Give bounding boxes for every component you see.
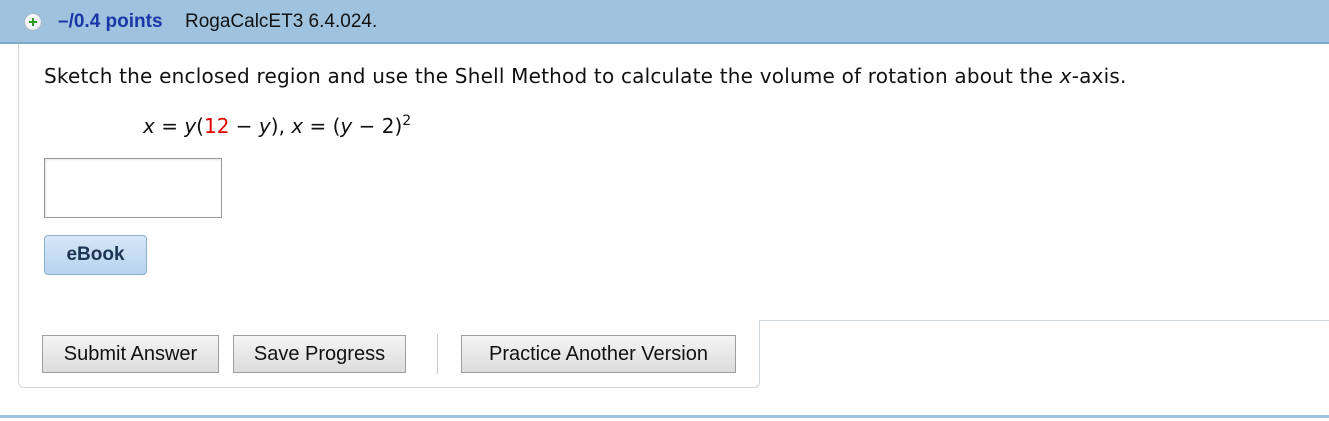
points-label: –/0.4 points	[58, 11, 163, 32]
ebook-button[interactable]: eBook	[44, 235, 147, 275]
practice-another-version-button[interactable]: Practice Another Version	[461, 335, 736, 373]
eq-equals1: =	[154, 114, 185, 138]
eq-highlighted-number: 12	[203, 114, 230, 138]
eq-minus2: − 2)	[352, 114, 403, 138]
eq-close-comma: ),	[270, 114, 292, 138]
eq-y2: y	[258, 114, 271, 138]
answer-input[interactable]	[44, 158, 222, 218]
plus-expand-icon[interactable]	[24, 13, 42, 31]
prompt-text-start: Sketch the enclosed region and use the S…	[44, 64, 1060, 88]
tray-separator-line	[760, 320, 1329, 321]
button-divider	[437, 334, 438, 374]
prompt-text-end: -axis.	[1071, 64, 1127, 88]
bottom-bar	[0, 415, 1329, 418]
question-id: RogaCalcET3 6.4.024.	[185, 11, 378, 32]
prompt-variable: x	[1059, 64, 1072, 88]
save-progress-button[interactable]: Save Progress	[233, 335, 406, 373]
equation: x = y(12 − y), x = (y − 2)2	[143, 113, 411, 138]
eq-paren-open: (	[196, 114, 204, 138]
submit-answer-button[interactable]: Submit Answer	[42, 335, 219, 373]
eq-minus1: −	[229, 114, 259, 138]
eq-equals2: = (	[303, 114, 341, 138]
question-header: –/0.4 points RogaCalcET3 6.4.024.	[0, 0, 1329, 44]
eq-y1: y	[184, 114, 197, 138]
eq-x2: x	[291, 114, 304, 138]
eq-y3: y	[340, 114, 353, 138]
question-page: –/0.4 points RogaCalcET3 6.4.024. Sketch…	[0, 0, 1329, 421]
eq-x1: x	[143, 114, 155, 138]
eq-exponent: 2	[402, 113, 412, 129]
question-prompt: Sketch the enclosed region and use the S…	[44, 64, 1127, 88]
